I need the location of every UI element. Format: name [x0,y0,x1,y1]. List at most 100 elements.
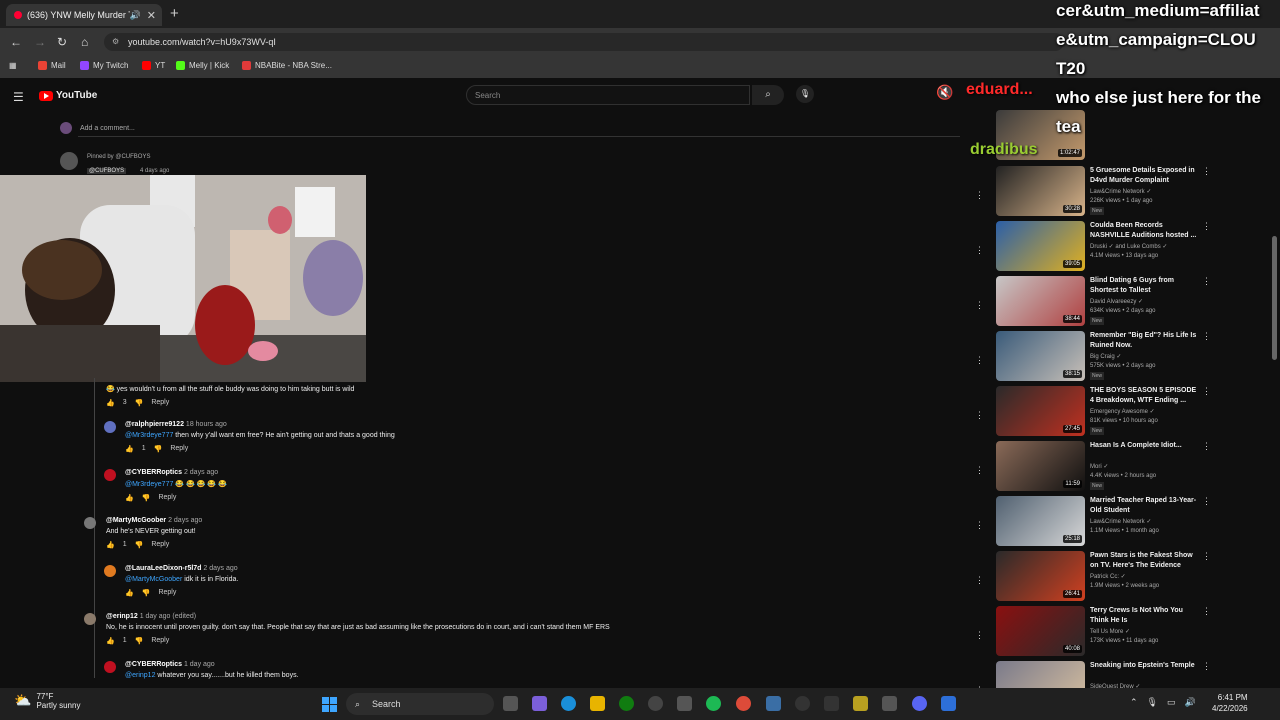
edge-icon[interactable] [561,696,576,711]
channel-name[interactable]: Patrick Cc: ✓ [1090,573,1126,580]
sidebar-video-item[interactable]: 38:44 Blind Dating 6 Guys from Shortest t… [996,276,1216,328]
sidebar-video-item[interactable]: 38:15 Remember "Big Ed"? His Life Is Ruin… [996,331,1216,383]
video-thumbnail[interactable]: 38:15 [996,331,1085,381]
sidebar-video-item[interactable]: 11:59 Hasan Is A Complete Idiot... Mori ✓ 4… [996,441,1216,493]
show-hidden-icons-icon[interactable]: ⌃ [1130,697,1138,708]
dislike-icon[interactable]: 👎 [135,399,144,407]
channel-name[interactable]: Mori ✓ [1090,463,1108,470]
more-options-icon[interactable]: ⋮ [975,245,984,256]
chrome-icon[interactable] [736,696,751,711]
comment-author[interactable]: @erinp12 [106,613,138,620]
menu-icon[interactable]: ☰ [13,90,24,104]
video-title[interactable]: Terry Crews Is Not Who You Think He Is [1090,606,1202,626]
task-view-icon[interactable] [503,696,518,711]
more-options-icon[interactable]: ⋮ [975,410,984,421]
more-options-icon[interactable]: ⋮ [975,190,984,201]
video-title[interactable]: 5 Gruesome Details Exposed in D4vd Murde… [1090,166,1202,186]
more-options-icon[interactable]: ⋮ [1202,331,1211,342]
more-options-icon[interactable]: ⋮ [1202,221,1211,232]
reload-icon[interactable]: ↻ [57,35,67,49]
dislike-icon[interactable]: 👎 [142,494,151,502]
taskbar-search[interactable]: ⌕ Search [346,693,494,715]
new-tab-button[interactable]: + [170,5,179,22]
dislike-icon[interactable]: 👎 [142,589,151,597]
sidebar-video-item[interactable]: 39:05 Coulda Been Records NASHVILLE Audit… [996,221,1216,273]
bookmark-kick[interactable]: Melly | Kick [176,61,229,70]
video-thumbnail[interactable]: 39:05 [996,221,1085,271]
microphone-icon[interactable]: 🎙 [1147,697,1158,708]
video-thumbnail[interactable]: 38:44 [996,276,1085,326]
comment-author[interactable]: @LauraLeeDixon-r5l7d [125,565,201,572]
reply-button[interactable]: Reply [151,637,169,645]
discord-icon[interactable] [912,696,927,711]
video-title[interactable]: Coulda Been Records NASHVILLE Auditions … [1090,221,1202,241]
app-icon[interactable] [941,696,956,711]
more-options-icon[interactable]: ⋮ [975,300,984,311]
video-thumbnail[interactable]: 30:28 [996,166,1085,216]
forward-icon[interactable]: → [34,35,46,49]
sidebar-video-item[interactable]: 40:08 Terry Crews Is Not Who You Think He… [996,606,1216,658]
like-icon[interactable]: 👍 [125,494,134,502]
more-options-icon[interactable]: ⋮ [975,575,984,586]
add-comment-input[interactable]: Add a comment... [80,125,135,132]
close-tab-icon[interactable]: ✕ [147,9,156,22]
channel-name[interactable]: Druski ✓ and Luke Combs ✓ [1090,243,1167,250]
reply-button[interactable]: Reply [151,541,169,549]
reply-button[interactable]: Reply [170,445,188,453]
channel-name[interactable]: Law&Crime Network ✓ [1090,188,1151,195]
more-options-icon[interactable]: ⋮ [1202,661,1211,672]
dislike-icon[interactable]: 👎 [154,445,163,453]
video-thumbnail[interactable]: 25:18 [996,496,1085,546]
spotify-icon[interactable] [706,696,721,711]
channel-name[interactable]: Emergency Awesome ✓ [1090,408,1155,415]
scrollbar[interactable] [1272,236,1277,360]
bookmark-yt[interactable]: YT [142,61,165,70]
copilot-icon[interactable] [532,696,547,711]
search-button[interactable]: ⌕ [752,85,784,105]
volume-icon[interactable]: 🔊 [1185,697,1196,708]
channel-name[interactable]: Tell Us More ✓ [1090,628,1130,635]
address-bar[interactable]: ⚙ youtube.com/watch?v=hU9x73WV-qI [104,33,1064,51]
store-icon[interactable] [677,696,692,711]
mention-link[interactable]: @Mr3rdeye777 [125,432,173,439]
dislike-icon[interactable]: 👎 [135,541,144,549]
apps-icon[interactable]: ▦ [9,61,17,70]
more-options-icon[interactable]: ⋮ [1202,166,1211,177]
photos-icon[interactable] [766,696,781,711]
video-thumbnail[interactable]: 40:08 [996,606,1085,656]
video-title[interactable]: Hasan Is A Complete Idiot... [1090,441,1202,451]
video-title[interactable]: THE BOYS SEASON 5 EPISODE 4 Breakdown, W… [1090,386,1202,406]
more-options-icon[interactable]: ⋮ [1202,551,1211,562]
comment-author[interactable]: @CYBERRoptics [125,661,182,668]
weather-widget[interactable]: ⛅ 77°F Partly sunny [14,692,80,710]
more-options-icon[interactable]: ⋮ [975,355,984,366]
video-title[interactable]: Blind Dating 6 Guys from Shortest to Tal… [1090,276,1202,296]
like-icon[interactable]: 👍 [106,399,115,407]
video-title[interactable]: Pawn Stars is the Fakest Show on TV. Her… [1090,551,1202,571]
bookmark-twitch[interactable]: My Twitch [80,61,128,70]
mention-link[interactable]: @erinp12 [125,672,155,679]
video-title[interactable]: Married Teacher Raped 13-Year-Old Studen… [1090,496,1202,516]
like-icon[interactable]: 👍 [125,445,134,453]
more-options-icon[interactable]: ⋮ [1202,386,1211,397]
sidebar-video-item[interactable]: 30:28 5 Gruesome Details Exposed in D4vd … [996,166,1216,218]
more-options-icon[interactable]: ⋮ [975,465,984,476]
comment-author[interactable]: @ralphpierre9122 [125,421,184,428]
channel-name[interactable]: Big Craig ✓ [1090,353,1121,360]
voice-search-icon[interactable]: 🎙 [796,85,814,103]
search-input[interactable]: Search [466,85,750,105]
reply-button[interactable]: Reply [158,589,176,597]
video-title[interactable]: Remember "Big Ed"? His Life Is Ruined No… [1090,331,1202,351]
media-player-icon[interactable] [795,696,810,711]
video-thumbnail[interactable]: 11:59 [996,441,1085,491]
channel-name[interactable]: Law&Crime Network ✓ [1090,518,1151,525]
clock[interactable]: 6:41 PM 4/22/2026 [1212,692,1248,714]
bookmark-nbabite[interactable]: NBABite - NBA Stre... [242,61,332,70]
mention-link[interactable]: @Mr3rdeye777 [125,481,173,488]
start-icon[interactable] [322,697,337,712]
sidebar-video-item[interactable]: 27:45 THE BOYS SEASON 5 EPISODE 4 Breakdo… [996,386,1216,438]
like-icon[interactable]: 👍 [106,541,115,549]
like-icon[interactable]: 👍 [125,589,134,597]
comment-author[interactable]: @MartyMcGoober [106,517,166,524]
sidebar-video-item[interactable]: 26:41 Pawn Stars is the Fakest Show on TV… [996,551,1216,603]
